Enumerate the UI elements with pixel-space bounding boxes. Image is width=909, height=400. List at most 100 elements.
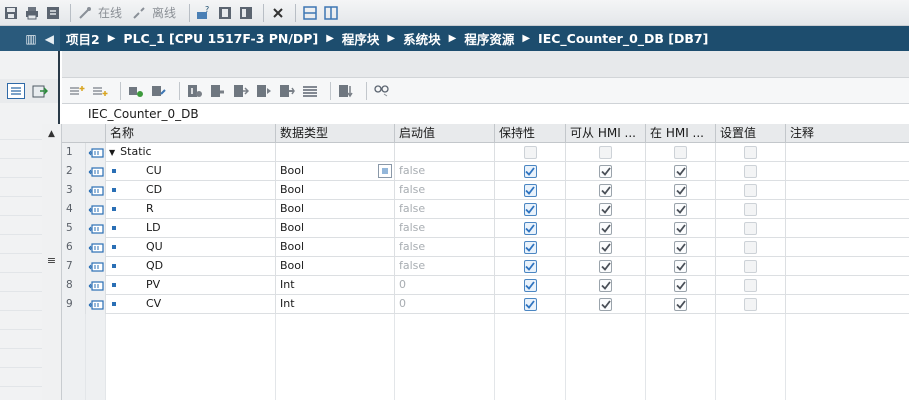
hmi-accessible-checkbox[interactable] xyxy=(599,222,612,235)
vertical-scroll-column[interactable]: ▲ ≡ xyxy=(42,124,62,400)
row-comment[interactable] xyxy=(786,143,909,162)
row-datatype[interactable]: Bool xyxy=(276,181,395,200)
breadcrumb-item-program-blocks[interactable]: 程序块 xyxy=(342,29,380,48)
go-online-label[interactable]: 在线 xyxy=(98,4,122,21)
row-name[interactable]: CD xyxy=(106,181,276,200)
row-name[interactable]: CV xyxy=(106,295,276,314)
go-online-icon[interactable] xyxy=(76,4,94,22)
header-hmi-accessible[interactable]: 可从 HMI ... xyxy=(566,124,646,143)
hmi-visible-checkbox[interactable] xyxy=(674,222,687,235)
row-start-value[interactable] xyxy=(395,143,495,162)
add-row-icon[interactable] xyxy=(91,82,109,100)
hmi-visible-checkbox[interactable] xyxy=(674,260,687,273)
hmi-visible-checkbox[interactable] xyxy=(674,279,687,292)
stop-cpu-icon[interactable] xyxy=(237,4,255,22)
table-row[interactable]: 5 LD Bool false xyxy=(62,219,909,238)
retain-checkbox[interactable] xyxy=(523,260,537,273)
hmi-visible-checkbox[interactable] xyxy=(674,241,687,254)
list-icon[interactable] xyxy=(301,82,319,100)
retain-checkbox[interactable] xyxy=(523,279,537,292)
row-start-value[interactable]: false xyxy=(395,162,495,181)
table-row[interactable]: 2 CU Bool false xyxy=(62,162,909,181)
split-horizontal-icon[interactable] xyxy=(301,4,319,22)
row-name[interactable]: QU xyxy=(106,238,276,257)
go-offline-label[interactable]: 离线 xyxy=(152,4,176,21)
retain-checkbox[interactable] xyxy=(523,241,537,254)
splitter-grip-icon[interactable]: ≡ xyxy=(42,252,61,268)
print-icon[interactable] xyxy=(23,4,41,22)
row-comment[interactable] xyxy=(786,295,909,314)
download-icon[interactable] xyxy=(337,82,355,100)
hmi-visible-checkbox[interactable] xyxy=(674,146,687,159)
hmi-accessible-checkbox[interactable] xyxy=(599,279,612,292)
header-retain[interactable]: 保持性 xyxy=(495,124,566,143)
breadcrumb-item-project[interactable]: 项目2 xyxy=(66,29,100,48)
retain-checkbox[interactable] xyxy=(523,222,537,235)
monitor-icon[interactable] xyxy=(278,82,296,100)
collapse-triangle-icon[interactable]: ▼ xyxy=(109,148,115,157)
hmi-visible-checkbox[interactable] xyxy=(674,298,687,311)
header-hmi-visible[interactable]: 在 HMI ... xyxy=(646,124,716,143)
cross-reference-icon[interactable] xyxy=(269,4,287,22)
row-name[interactable]: R xyxy=(106,200,276,219)
hmi-accessible-checkbox[interactable] xyxy=(599,203,612,216)
row-comment[interactable] xyxy=(786,219,909,238)
breadcrumb-item-db[interactable]: IEC_Counter_0_DB [DB7] xyxy=(538,31,708,46)
table-row[interactable]: 8 PV Int 0 xyxy=(62,276,909,295)
retain-checkbox[interactable] xyxy=(523,184,537,197)
chevron-left-icon[interactable]: ◀ xyxy=(45,32,54,46)
row-datatype[interactable]: Bool xyxy=(276,257,395,276)
row-name[interactable]: LD xyxy=(106,219,276,238)
hmi-visible-checkbox[interactable] xyxy=(674,165,687,178)
retain-checkbox[interactable] xyxy=(523,146,537,159)
export-icon[interactable] xyxy=(30,82,50,100)
row-comment[interactable] xyxy=(786,181,909,200)
table-row[interactable]: 6 QU Bool false xyxy=(62,238,909,257)
table-row[interactable]: 7 QD Bool false xyxy=(62,257,909,276)
header-name[interactable]: 名称 xyxy=(106,124,276,143)
setpoint-checkbox[interactable] xyxy=(744,241,757,254)
chevron-up-icon[interactable]: ▲ xyxy=(42,126,61,142)
breadcrumb-item-program-resources[interactable]: 程序资源 xyxy=(464,29,514,48)
compile-icon[interactable] xyxy=(44,4,62,22)
setpoint-checkbox[interactable] xyxy=(744,146,757,159)
snapshot-icon[interactable] xyxy=(186,82,204,100)
row-datatype[interactable]: Bool xyxy=(276,200,395,219)
row-comment[interactable] xyxy=(786,276,909,295)
row-datatype[interactable]: Bool xyxy=(276,219,395,238)
row-datatype[interactable]: Int xyxy=(276,295,395,314)
setpoint-checkbox[interactable] xyxy=(744,298,757,311)
setpoint-checkbox[interactable] xyxy=(744,165,757,178)
row-datatype[interactable]: Bool xyxy=(276,238,395,257)
insert-row-icon[interactable] xyxy=(68,82,86,100)
row-comment[interactable] xyxy=(786,162,909,181)
row-comment[interactable] xyxy=(786,238,909,257)
table-row[interactable]: 3 CD Bool false xyxy=(62,181,909,200)
accessible-devices-icon[interactable]: ? xyxy=(195,4,213,22)
row-name[interactable]: PV xyxy=(106,276,276,295)
header-setpoint[interactable]: 设置值 xyxy=(716,124,786,143)
hmi-accessible-checkbox[interactable] xyxy=(599,298,612,311)
breadcrumb-item-plc[interactable]: PLC_1 [CPU 1517F-3 PN/DP] xyxy=(123,31,318,46)
load-start-values-icon[interactable] xyxy=(232,82,250,100)
hmi-accessible-checkbox[interactable] xyxy=(599,184,612,197)
split-vertical-icon[interactable] xyxy=(322,4,340,22)
datatype-picker-icon[interactable] xyxy=(378,164,392,178)
breadcrumb-item-system-blocks[interactable]: 系统块 xyxy=(403,29,441,48)
row-name[interactable]: ▼ Static xyxy=(106,143,276,162)
retain-checkbox[interactable] xyxy=(523,298,537,311)
hmi-accessible-checkbox[interactable] xyxy=(599,146,612,159)
retain-checkbox[interactable] xyxy=(523,203,537,216)
hmi-visible-checkbox[interactable] xyxy=(674,184,687,197)
copy-snapshot-icon[interactable] xyxy=(209,82,227,100)
row-datatype[interactable]: Int xyxy=(276,276,395,295)
row-name[interactable]: QD xyxy=(106,257,276,276)
load-snapshot-icon[interactable] xyxy=(255,82,273,100)
table-row[interactable]: 1 ▼ Static xyxy=(62,143,909,162)
hmi-accessible-checkbox[interactable] xyxy=(599,241,612,254)
hmi-visible-checkbox[interactable] xyxy=(674,203,687,216)
retain-checkbox[interactable] xyxy=(523,165,537,178)
hmi-accessible-checkbox[interactable] xyxy=(599,165,612,178)
panel-toggle-icon[interactable]: ▥ xyxy=(25,32,36,46)
row-comment[interactable] xyxy=(786,257,909,276)
